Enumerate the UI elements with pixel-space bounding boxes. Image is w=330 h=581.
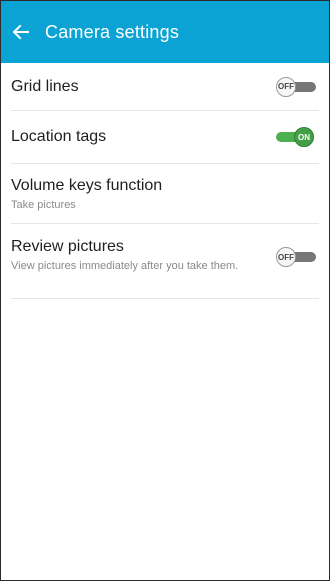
setting-label: Location tags (11, 128, 107, 145)
location-tags-toggle[interactable]: ON (276, 127, 316, 147)
setting-summary: Take pictures (11, 198, 76, 211)
setting-label: Review pictures (11, 238, 124, 255)
setting-label: Grid lines (11, 77, 79, 95)
review-pictures-toggle[interactable]: OFF (276, 247, 316, 267)
page-title: Camera settings (45, 21, 180, 42)
settings-list: Grid lines OFF Location tags ON Volume k… (1, 63, 329, 299)
back-arrow-icon[interactable] (11, 22, 31, 42)
grid-lines-toggle[interactable]: OFF (276, 76, 316, 97)
setting-row-volume-keys[interactable]: Volume keys function Take pictures (11, 164, 319, 224)
setting-row-location-tags[interactable]: Location tags ON (11, 111, 319, 164)
setting-summary: View pictures immediately after you take… (11, 260, 239, 272)
toggle-knob: ON (294, 127, 314, 147)
setting-label: Volume keys function (11, 176, 163, 194)
toggle-knob: OFF (276, 76, 296, 97)
setting-row-review-pictures[interactable]: Review pictures View pictures immediatel… (11, 224, 319, 299)
phone-screen: Camera settings Grid lines OFF Location … (0, 0, 330, 581)
app-bar: Camera settings (1, 1, 329, 63)
toggle-knob: OFF (276, 247, 296, 267)
setting-row-grid-lines[interactable]: Grid lines OFF (11, 63, 319, 111)
